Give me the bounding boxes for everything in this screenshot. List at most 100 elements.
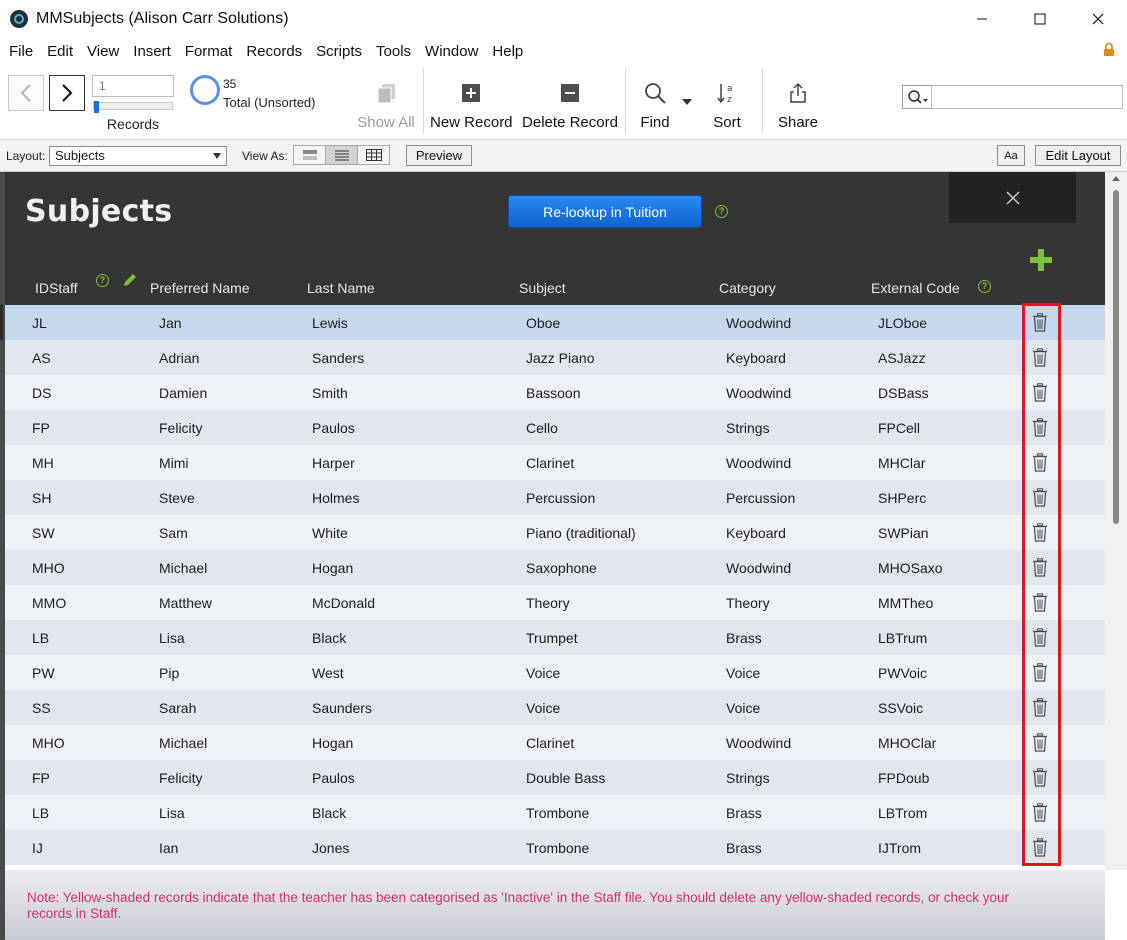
cell-external-code[interactable]: MHOSaxo (878, 560, 943, 576)
cell-last-name[interactable]: McDonald (312, 595, 375, 611)
cell-idstaff[interactable]: SH (32, 490, 51, 506)
cell-subject[interactable]: Bassoon (526, 385, 580, 401)
cell-idstaff[interactable]: FP (32, 420, 50, 436)
edit-layout-button[interactable]: Edit Layout (1035, 145, 1121, 166)
cell-preferred-name[interactable]: Mimi (159, 455, 189, 471)
menu-records[interactable]: Records (239, 43, 309, 60)
cell-subject[interactable]: Theory (526, 595, 570, 611)
cell-preferred-name[interactable]: Adrian (159, 350, 199, 366)
cell-last-name[interactable]: Lewis (312, 315, 348, 331)
cell-preferred-name[interactable]: Sam (159, 525, 188, 541)
table-row[interactable]: FP Felicity Paulos Double Bass Strings FPDoub (5, 760, 1105, 795)
cell-last-name[interactable]: Jones (312, 840, 349, 856)
cell-external-code[interactable]: SSVoic (878, 700, 923, 716)
table-row[interactable]: FP Felicity Paulos Cello Strings FPCell (5, 410, 1105, 445)
trash-icon[interactable] (1032, 698, 1048, 720)
cell-category[interactable]: Keyboard (726, 525, 786, 541)
cell-category[interactable]: Brass (726, 840, 762, 856)
cell-idstaff[interactable]: LB (32, 630, 49, 646)
trash-icon[interactable] (1032, 348, 1048, 370)
table-row[interactable]: SH Steve Holmes Percussion Percussion SHPerc (5, 480, 1105, 515)
help-icon[interactable]: ? (715, 205, 728, 218)
preview-button[interactable]: Preview (406, 145, 472, 166)
menu-help[interactable]: Help (485, 43, 530, 60)
quick-find-input[interactable] (931, 85, 1123, 109)
cell-external-code[interactable]: JLOboe (878, 315, 927, 331)
menu-file[interactable]: File (2, 43, 40, 60)
table-row[interactable]: JL Jan Lewis Oboe Woodwind JLOboe (0, 305, 1105, 340)
record-number-input[interactable]: 1 (92, 75, 174, 97)
cell-last-name[interactable]: Black (312, 630, 346, 646)
table-row[interactable]: MHO Michael Hogan Saxophone Woodwind MHOSaxo (5, 550, 1105, 585)
cell-subject[interactable]: Double Bass (526, 770, 605, 786)
cell-external-code[interactable]: IJTrom (878, 840, 921, 856)
relookup-tuition-button[interactable]: Re-lookup in Tuition (508, 195, 702, 228)
cell-category[interactable]: Woodwind (726, 560, 791, 576)
cell-preferred-name[interactable]: Damien (159, 385, 207, 401)
cell-last-name[interactable]: Hogan (312, 560, 353, 576)
cell-preferred-name[interactable]: Michael (159, 560, 207, 576)
cell-idstaff[interactable]: SW (32, 525, 55, 541)
trash-icon[interactable] (1032, 523, 1048, 545)
cell-last-name[interactable]: Smith (312, 385, 348, 401)
cell-idstaff[interactable]: AS (32, 350, 51, 366)
cell-idstaff[interactable]: FP (32, 770, 50, 786)
trash-icon[interactable] (1032, 768, 1048, 790)
cell-last-name[interactable]: Hogan (312, 735, 353, 751)
cell-category[interactable]: Strings (726, 770, 770, 786)
trash-icon[interactable] (1032, 803, 1048, 825)
record-slider-thumb[interactable] (94, 101, 99, 113)
cell-preferred-name[interactable]: Steve (159, 490, 195, 506)
cell-preferred-name[interactable]: Sarah (159, 700, 196, 716)
view-form-button[interactable] (293, 145, 326, 165)
cell-idstaff[interactable]: DS (32, 385, 51, 401)
cell-external-code[interactable]: LBTrom (878, 805, 927, 821)
cell-idstaff[interactable]: MHO (32, 735, 65, 751)
cell-idstaff[interactable]: MH (32, 455, 54, 471)
cell-idstaff[interactable]: LB (32, 805, 49, 821)
cell-external-code[interactable]: MHClar (878, 455, 925, 471)
next-record-button[interactable] (49, 75, 85, 111)
cell-last-name[interactable]: Saunders (312, 700, 372, 716)
cell-idstaff[interactable]: JL (32, 315, 47, 331)
table-row[interactable]: DS Damien Smith Bassoon Woodwind DSBass (5, 375, 1105, 410)
cell-subject[interactable]: Voice (526, 700, 560, 716)
cell-category[interactable]: Woodwind (726, 455, 791, 471)
text-format-button[interactable]: Aa (997, 145, 1025, 166)
cell-preferred-name[interactable]: Felicity (159, 420, 203, 436)
add-record-icon[interactable] (1029, 248, 1053, 272)
cell-subject[interactable]: Percussion (526, 490, 595, 506)
cell-subject[interactable]: Trombone (526, 805, 589, 821)
cell-last-name[interactable]: Black (312, 805, 346, 821)
cell-idstaff[interactable]: SS (32, 700, 51, 716)
cell-subject[interactable]: Jazz Piano (526, 350, 594, 366)
cell-category[interactable]: Percussion (726, 490, 795, 506)
maximize-button[interactable] (1011, 0, 1069, 38)
cell-preferred-name[interactable]: Lisa (159, 630, 185, 646)
cell-last-name[interactable]: Harper (312, 455, 355, 471)
find-menu-button[interactable] (680, 92, 694, 109)
view-list-button[interactable] (325, 145, 358, 165)
cell-external-code[interactable]: SWPian (878, 525, 929, 541)
table-row[interactable]: SW Sam White Piano (traditional) Keyboard SWP… (5, 515, 1105, 550)
cell-category[interactable]: Woodwind (726, 385, 791, 401)
table-row[interactable]: IJ Ian Jones Trombone Brass IJTrom (5, 830, 1105, 865)
scroll-up-icon[interactable] (1112, 176, 1120, 181)
table-row[interactable]: MMO Matthew McDonald Theory Theory MMTheo (5, 585, 1105, 620)
cell-last-name[interactable]: White (312, 525, 348, 541)
cell-external-code[interactable]: LBTrum (878, 630, 927, 646)
cell-subject[interactable]: Clarinet (526, 735, 574, 751)
table-row[interactable]: MH Mimi Harper Clarinet Woodwind MHClar (5, 445, 1105, 480)
minimize-button[interactable] (953, 0, 1011, 38)
cell-category[interactable]: Voice (726, 700, 760, 716)
cell-last-name[interactable]: Paulos (312, 420, 355, 436)
cell-category[interactable]: Voice (726, 665, 760, 681)
quick-find-menu-button[interactable] (902, 85, 932, 109)
trash-icon[interactable] (1032, 383, 1048, 405)
cell-external-code[interactable]: FPCell (878, 420, 920, 436)
menu-tools[interactable]: Tools (369, 43, 418, 60)
show-all-button[interactable]: Show All (355, 78, 417, 131)
table-row[interactable]: AS Adrian Sanders Jazz Piano Keyboard ASJazz (5, 340, 1105, 375)
close-layout-button[interactable] (949, 172, 1076, 223)
cell-category[interactable]: Theory (726, 595, 770, 611)
